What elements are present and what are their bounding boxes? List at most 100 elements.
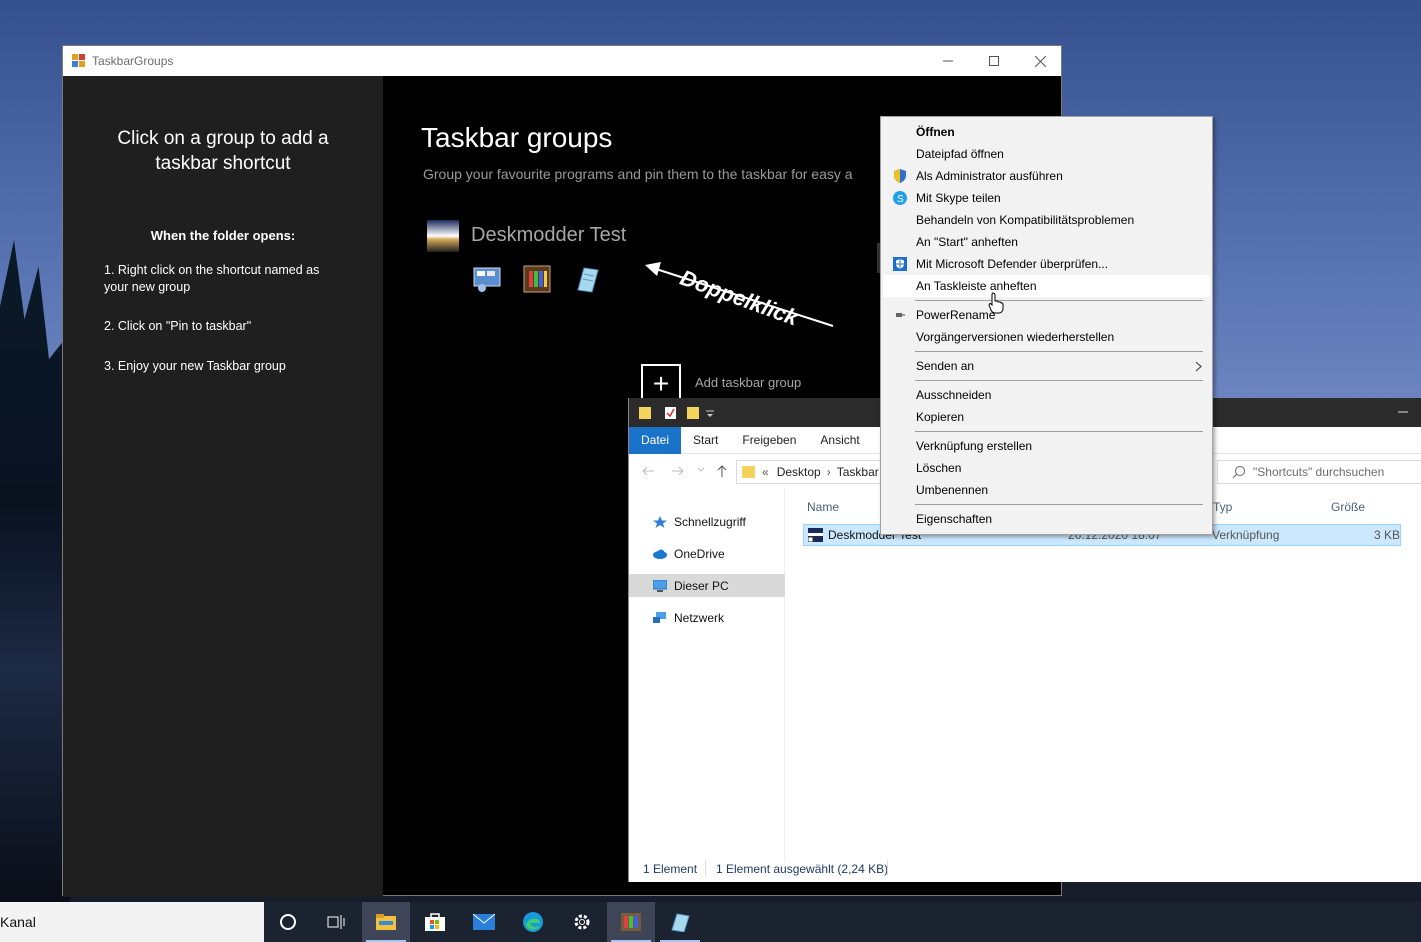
- column-header-size[interactable]: Größe: [1331, 500, 1365, 514]
- windows-taskbar: Kanal: [0, 902, 1421, 942]
- nav-item-this-pc[interactable]: Dieser PC: [629, 574, 785, 597]
- file-size: 3 KB: [1374, 528, 1401, 542]
- instructions-subheading: When the folder opens:: [150, 228, 296, 243]
- menu-item-label: Kopieren: [916, 410, 965, 424]
- desktop-wallpaper-trees: [0, 240, 70, 902]
- edge-icon: [523, 912, 543, 932]
- breadcrumb-overflow[interactable]: «: [762, 465, 769, 479]
- back-arrow-icon[interactable]: [641, 464, 655, 478]
- forward-arrow-icon[interactable]: [671, 464, 685, 478]
- star-icon: [653, 515, 667, 528]
- menu-item-run-as-admin[interactable]: Als Administrator ausführen: [883, 165, 1210, 187]
- nav-label: OneDrive: [674, 546, 725, 561]
- nav-item-onedrive[interactable]: OneDrive: [629, 542, 785, 565]
- menu-item-cut[interactable]: Ausschneiden: [883, 384, 1210, 406]
- taskbar-mail-button[interactable]: [460, 902, 508, 942]
- breadcrumb-taskbar[interactable]: Taskbar: [837, 465, 879, 479]
- instruction-step: 2. Click on "Pin to taskbar": [104, 319, 252, 333]
- breadcrumb-desktop[interactable]: Desktop: [777, 465, 821, 479]
- cortana-button[interactable]: [264, 902, 312, 942]
- task-view-button[interactable]: [312, 902, 360, 942]
- minimize-button[interactable]: [1397, 404, 1409, 416]
- group-name[interactable]: Deskmodder Test: [471, 224, 626, 247]
- maximize-button[interactable]: [971, 46, 1017, 76]
- status-bar: 1 Element 1 Element ausgewählt (2,24 KB): [629, 858, 1421, 882]
- close-button[interactable]: [1017, 46, 1063, 76]
- taskbar-search-box[interactable]: Kanal: [0, 902, 264, 942]
- taskbar-search-text: Kanal: [0, 914, 36, 930]
- chevron-right-icon: [1195, 361, 1202, 372]
- menu-item-restore-versions[interactable]: Vorgängerversionen wiederherstellen: [883, 326, 1210, 348]
- menu-item-delete[interactable]: Löschen: [883, 457, 1210, 479]
- tab-ansicht[interactable]: Ansicht: [808, 427, 871, 454]
- nav-item-network[interactable]: Netzwerk: [629, 606, 785, 629]
- menu-item-pin-to-start[interactable]: An "Start" anheften: [883, 231, 1210, 253]
- menu-item-label: Vorgängerversionen wiederherstellen: [916, 330, 1115, 344]
- new-folder-icon[interactable]: [687, 406, 699, 420]
- group-icon[interactable]: [427, 220, 459, 252]
- menu-item-powerrename[interactable]: PowerRename: [883, 304, 1210, 326]
- instructions-panel: Click on a group to add a taskbar shortc…: [63, 76, 383, 897]
- hand-cursor-icon: [988, 292, 1004, 314]
- tab-freigeben[interactable]: Freigeben: [730, 427, 808, 454]
- title-bar[interactable]: TaskbarGroups: [63, 46, 1061, 76]
- status-divider: [705, 860, 706, 876]
- computer-icon: [653, 579, 667, 592]
- address-bar[interactable]: « Desktop › Taskbar: [736, 460, 886, 484]
- menu-item-label: Löschen: [916, 461, 962, 475]
- taskbar-explorer-button[interactable]: [362, 902, 410, 942]
- menu-item-label: Mit Microsoft Defender überprüfen...: [916, 257, 1109, 271]
- menu-item-skype-share[interactable]: S Mit Skype teilen: [883, 187, 1210, 209]
- column-header-name[interactable]: Name: [807, 500, 839, 514]
- chevron-down-icon[interactable]: [705, 406, 715, 420]
- menu-item-copy[interactable]: Kopieren: [883, 406, 1210, 428]
- menu-item-pin-to-taskbar[interactable]: An Taskleiste anheften: [883, 275, 1210, 297]
- taskbar-edge-button[interactable]: [509, 902, 557, 942]
- menu-item-rename[interactable]: Umbenennen: [883, 479, 1210, 501]
- nav-label: Netzwerk: [674, 610, 725, 625]
- maximize-icon: [989, 56, 999, 66]
- minimize-button[interactable]: [925, 46, 971, 76]
- menu-item-label: Öffnen: [916, 125, 955, 139]
- menu-item-label: Als Administrator ausführen: [916, 169, 1063, 183]
- file-explorer-icon: [376, 914, 396, 930]
- menu-item-send-to[interactable]: Senden an: [883, 355, 1210, 377]
- menu-item-label: An "Start" anheften: [916, 235, 1018, 249]
- tab-datei[interactable]: Datei: [629, 426, 682, 454]
- properties-icon[interactable]: [665, 406, 677, 420]
- menu-item-compatibility[interactable]: Behandeln von Kompatibilitätsproblemen: [883, 209, 1210, 231]
- cortana-circle-icon: [280, 914, 296, 930]
- taskbar-groups-button[interactable]: [607, 902, 655, 942]
- search-placeholder: "Shortcuts" durchsuchen: [1253, 465, 1385, 479]
- cloud-icon: [653, 549, 667, 559]
- menu-item-open[interactable]: Öffnen: [883, 121, 1210, 143]
- add-group-label[interactable]: Add taskbar group: [695, 375, 801, 390]
- nav-item-quick-access[interactable]: Schnellzugriff: [629, 510, 785, 533]
- taskbar-settings-button[interactable]: [558, 902, 606, 942]
- folder-icon: [639, 406, 651, 419]
- notepad-icon: [572, 264, 602, 294]
- menu-separator: [915, 431, 1203, 432]
- instruction-step: 1. Right click on the shortcut named as …: [104, 263, 320, 294]
- taskbar-store-button[interactable]: [411, 902, 459, 942]
- tab-start[interactable]: Start: [681, 427, 730, 454]
- chevron-down-icon[interactable]: [697, 466, 705, 474]
- context-menu: Öffnen Dateipfad öffnen Als Administrato…: [880, 116, 1213, 535]
- menu-item-label: Verknüpfung erstellen: [916, 439, 1033, 453]
- status-count: 1 Element: [643, 862, 698, 876]
- gear-icon: [574, 914, 590, 930]
- menu-item-create-shortcut[interactable]: Verknüpfung erstellen: [883, 435, 1210, 457]
- column-header-type[interactable]: Typ: [1213, 500, 1232, 514]
- menu-item-properties[interactable]: Eigenschaften: [883, 508, 1210, 530]
- up-arrow-icon[interactable]: [715, 464, 729, 478]
- menu-item-defender-scan[interactable]: Mit Microsoft Defender überprüfen...: [883, 253, 1210, 275]
- search-input[interactable]: "Shortcuts" durchsuchen: [1217, 460, 1421, 484]
- taskbar-notepad-button[interactable]: [656, 902, 704, 942]
- menu-separator: [915, 351, 1203, 352]
- window-title: TaskbarGroups: [92, 54, 174, 68]
- menu-item-open-file-path[interactable]: Dateipfad öffnen: [883, 143, 1210, 165]
- minimize-icon: [1398, 411, 1408, 413]
- page-title: Taskbar groups: [421, 122, 613, 153]
- menu-item-label: Dateipfad öffnen: [916, 147, 1004, 161]
- defender-icon: [893, 257, 907, 271]
